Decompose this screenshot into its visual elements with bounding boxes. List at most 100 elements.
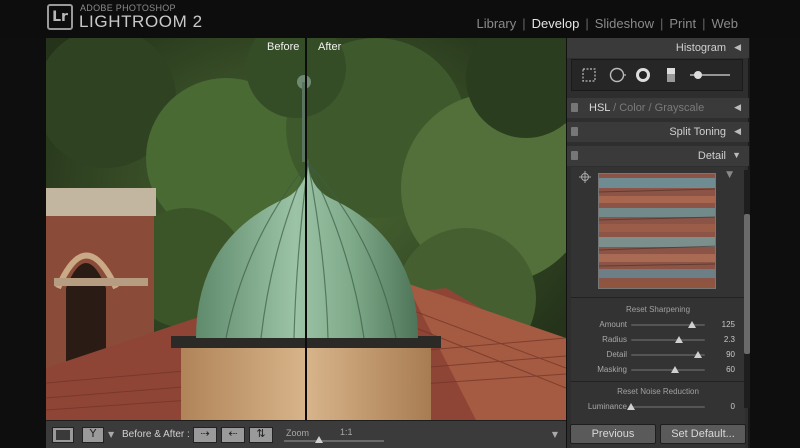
zoom-value: 1:1 bbox=[340, 427, 353, 437]
module-print[interactable]: Print bbox=[667, 16, 698, 31]
zoom-slider-track[interactable] bbox=[284, 440, 384, 442]
right-panel: Histogram ◀ HSL / Color / Grayscale ◀ Sp… bbox=[566, 38, 749, 448]
split-toning-panel-header[interactable]: Split Toning ◀ bbox=[567, 122, 749, 142]
slider-value[interactable]: 2.3 bbox=[724, 335, 735, 344]
slider-label: Masking bbox=[597, 365, 627, 374]
slider-label: Amount bbox=[599, 320, 627, 329]
slider-track[interactable] bbox=[631, 351, 705, 358]
slider-masking[interactable]: Masking 60 bbox=[571, 363, 745, 377]
tab-hsl[interactable]: HSL bbox=[589, 102, 610, 114]
histogram-panel-header[interactable]: Histogram ◀ bbox=[567, 38, 749, 58]
slider-track[interactable] bbox=[631, 366, 705, 373]
panel-switch-icon[interactable] bbox=[571, 127, 578, 136]
graduated-filter-icon[interactable] bbox=[662, 66, 680, 84]
reset-sharpening-button[interactable]: Reset Sharpening bbox=[571, 305, 745, 314]
copy-after-to-before-button[interactable]: ⇠ bbox=[221, 427, 245, 443]
module-library[interactable]: Library bbox=[474, 16, 518, 31]
left-panel-collapsed bbox=[0, 38, 46, 448]
arrow-right-icon: ⇢ bbox=[200, 427, 210, 440]
slider-luminance[interactable]: Luminance 0 bbox=[571, 400, 745, 414]
reset-noise-reduction-button[interactable]: Reset Noise Reduction bbox=[571, 387, 745, 396]
target-adjust-icon[interactable] bbox=[579, 171, 591, 183]
lightroom-logo: Lr bbox=[47, 4, 73, 30]
detail-preview-image bbox=[599, 174, 715, 288]
detail-panel-body: ▼ Reset Sharpening Amount 125 Radius 2.3… bbox=[571, 167, 745, 448]
zoom-label: Zoom bbox=[286, 428, 310, 438]
slider-thumb[interactable] bbox=[688, 321, 697, 328]
slider-radius[interactable]: Radius 2.3 bbox=[571, 333, 745, 347]
loupe-view-button[interactable] bbox=[52, 427, 74, 443]
swap-before-after-button[interactable]: ⇅ bbox=[249, 427, 273, 443]
collapse-triangle-icon: ◀ bbox=[734, 102, 741, 112]
slider-value[interactable]: 90 bbox=[726, 350, 735, 359]
detail-title: Detail bbox=[697, 150, 726, 162]
adjustment-brush-icon[interactable] bbox=[688, 66, 732, 84]
slider-label: Radius bbox=[602, 335, 627, 344]
before-after-label: Before & After : bbox=[122, 429, 190, 440]
copy-before-to-after-button[interactable]: ⇢ bbox=[193, 427, 217, 443]
right-edge-strip bbox=[750, 38, 800, 448]
module-picker: Library | Develop | Slideshow | Print | … bbox=[474, 14, 740, 32]
preview-menu-icon[interactable]: ▼ bbox=[726, 170, 733, 180]
previous-button[interactable]: Previous bbox=[570, 424, 656, 444]
set-default-button[interactable]: Set Default... bbox=[660, 424, 746, 444]
slider-label: Detail bbox=[606, 350, 627, 359]
arrow-left-icon: ⇠ bbox=[228, 427, 238, 440]
module-separator: | bbox=[585, 15, 589, 31]
bottom-toolbar: Y ▼ Before & After : ⇢ ⇠ ⇅ Zoom 1:1 ▼ bbox=[46, 420, 566, 448]
slider-value[interactable]: 125 bbox=[722, 320, 735, 329]
swap-icon: ⇅ bbox=[256, 427, 266, 440]
zoom-slider-thumb[interactable] bbox=[315, 436, 323, 443]
slider-label: Luminance bbox=[587, 402, 627, 411]
tab-color[interactable]: Color bbox=[619, 102, 645, 114]
panel-switch-icon[interactable] bbox=[571, 103, 578, 112]
hsl-tab-separator: / bbox=[648, 102, 652, 114]
slider-track[interactable] bbox=[627, 403, 705, 410]
after-label: After bbox=[318, 41, 342, 53]
tab-grayscale[interactable]: Grayscale bbox=[655, 102, 705, 114]
view-mode-dropdown-icon[interactable]: ▼ bbox=[108, 430, 114, 439]
section-divider bbox=[571, 297, 745, 298]
slider-thumb[interactable] bbox=[675, 336, 684, 343]
crop-icon[interactable] bbox=[580, 66, 598, 84]
slider-thumb[interactable] bbox=[693, 351, 702, 358]
module-separator: | bbox=[702, 15, 706, 31]
slider-detail[interactable]: Detail 90 bbox=[571, 348, 745, 362]
expand-triangle-icon: ▼ bbox=[732, 150, 741, 160]
module-web[interactable]: Web bbox=[710, 16, 741, 31]
module-separator: | bbox=[659, 15, 664, 31]
top-bar: Lr ADOBE PHOTOSHOP LIGHTROOM 2 Library |… bbox=[0, 0, 800, 38]
toolbar-options-dropdown-icon[interactable]: ▼ bbox=[552, 430, 558, 439]
split-toning-title: Split Toning bbox=[669, 126, 726, 138]
collapse-triangle-icon: ◀ bbox=[734, 42, 741, 52]
brand-title: LIGHTROOM 2 bbox=[79, 12, 203, 31]
collapse-triangle-icon: ◀ bbox=[734, 126, 741, 136]
module-slideshow[interactable]: Slideshow bbox=[593, 16, 656, 31]
slider-value[interactable]: 60 bbox=[726, 365, 735, 374]
slider-amount[interactable]: Amount 125 bbox=[571, 318, 745, 332]
slider-track[interactable] bbox=[631, 321, 705, 328]
slider-value[interactable]: 0 bbox=[731, 402, 735, 411]
slider-thumb[interactable] bbox=[671, 366, 680, 373]
slider-thumb[interactable] bbox=[627, 403, 635, 410]
panel-scrollbar-thumb[interactable] bbox=[744, 214, 750, 354]
module-separator: | bbox=[522, 15, 526, 31]
red-eye-icon[interactable] bbox=[634, 66, 652, 84]
hsl-tab-separator: / bbox=[613, 102, 617, 114]
photo-preview[interactable]: Before After bbox=[46, 38, 566, 420]
hsl-panel-header[interactable]: HSL / Color / Grayscale ◀ bbox=[567, 98, 749, 118]
before-label: Before bbox=[267, 41, 300, 53]
detail-zoom-preview[interactable] bbox=[598, 173, 716, 289]
before-after-divider bbox=[305, 38, 307, 420]
module-develop[interactable]: Develop bbox=[530, 16, 582, 31]
histogram-title: Histogram bbox=[675, 42, 726, 54]
section-divider bbox=[571, 381, 745, 382]
spot-removal-icon[interactable] bbox=[608, 66, 626, 84]
detail-panel-header[interactable]: Detail ▼ bbox=[567, 146, 749, 166]
hsl-tabs: HSL / Color / Grayscale bbox=[589, 102, 704, 114]
panel-switch-icon[interactable] bbox=[571, 151, 578, 160]
slider-track[interactable] bbox=[631, 336, 705, 343]
before-after-view-button[interactable]: Y bbox=[82, 427, 104, 443]
tool-strip bbox=[571, 59, 743, 91]
before-after-icon: Y bbox=[89, 427, 97, 440]
